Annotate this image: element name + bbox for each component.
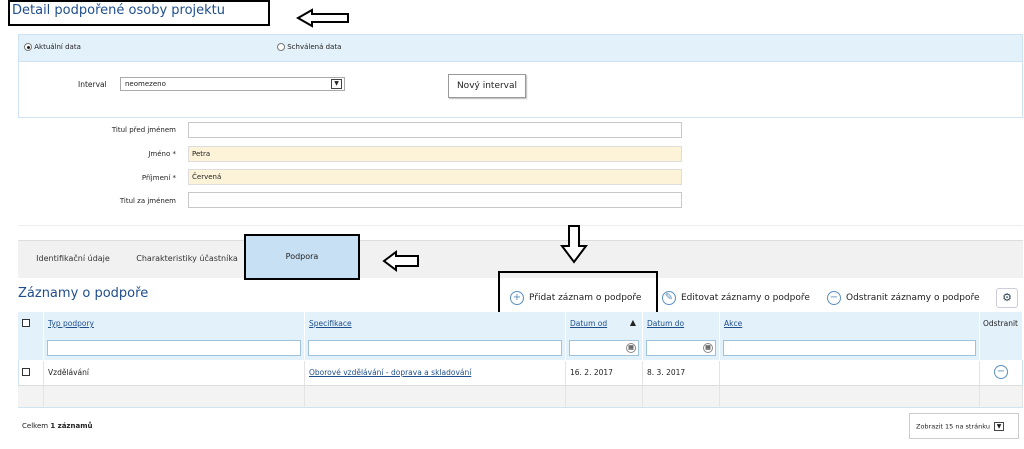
column-date-from-label[interactable]: Datum od bbox=[570, 319, 607, 328]
records-total-value: 1 záznamů bbox=[50, 422, 93, 430]
edit-records-label: Editovat záznamy o podpoře bbox=[681, 293, 810, 303]
empty-row-cell bbox=[566, 385, 643, 407]
column-header-type[interactable]: Typ podpory bbox=[44, 312, 305, 336]
tab-participant-characteristics[interactable]: Charakteristiky účastníka bbox=[128, 240, 246, 278]
row-type: Vzdělávání bbox=[44, 361, 305, 385]
interval-select[interactable]: neomezeno ▼ bbox=[120, 77, 345, 91]
title-before-label: Titul před jménem bbox=[111, 126, 176, 134]
last-name-label: Příjmení * bbox=[141, 174, 176, 182]
empty-row-cell bbox=[44, 385, 305, 407]
row-select-cell bbox=[18, 361, 44, 385]
chevron-down-icon[interactable]: ▼ bbox=[994, 422, 1005, 431]
column-header-spec[interactable]: Specifikace bbox=[305, 312, 566, 336]
last-name-field[interactable]: Červená bbox=[188, 169, 682, 185]
plus-icon: + bbox=[510, 290, 524, 305]
radio-current-data[interactable]: Aktuální data bbox=[24, 43, 81, 51]
sort-asc-icon: ▲ bbox=[629, 318, 636, 327]
empty-row-cell bbox=[643, 385, 720, 407]
remove-records-button[interactable]: − Odstranit záznamy o podpoře bbox=[827, 288, 980, 308]
row-date-to: 8. 3. 2017 bbox=[643, 361, 720, 385]
filter-date-from-cell: ▦ bbox=[566, 336, 643, 360]
empty-row-cell bbox=[720, 385, 980, 407]
filter-action-cell bbox=[720, 336, 980, 360]
edit-records-button[interactable]: ✎ Editovat záznamy o podpoře bbox=[662, 288, 810, 308]
gear-icon[interactable]: ⚙ bbox=[996, 288, 1018, 308]
add-record-label: Přidat záznam o podpoře bbox=[529, 293, 642, 303]
page-size-label: Zobrazit 15 na stránku bbox=[916, 422, 990, 431]
radio-approved-data[interactable]: Schválená data bbox=[277, 43, 341, 51]
column-action-label[interactable]: Akce bbox=[724, 319, 742, 328]
row-remove-icon[interactable]: − bbox=[994, 365, 1008, 379]
calendar-icon[interactable]: ▦ bbox=[626, 343, 636, 353]
row-checkbox[interactable] bbox=[22, 368, 30, 376]
header-select-all[interactable] bbox=[18, 312, 44, 336]
filter-type-input[interactable] bbox=[47, 340, 301, 356]
records-section-title: Záznamy o podpoře bbox=[18, 286, 149, 301]
row-action bbox=[720, 361, 980, 385]
records-total: Celkem 1 záznamů bbox=[22, 422, 92, 430]
annotation-arrow-add bbox=[560, 225, 588, 264]
column-header-date-to[interactable]: Datum do bbox=[643, 312, 720, 336]
filter-spec-cell bbox=[305, 336, 566, 360]
records-total-prefix: Celkem bbox=[22, 422, 49, 430]
column-header-remove: Odstranit bbox=[980, 312, 1023, 336]
empty-row-cell bbox=[305, 385, 566, 407]
page-title: Detail podpořené osoby projektu bbox=[12, 3, 226, 18]
radio-current-icon[interactable] bbox=[24, 43, 32, 51]
filter-date-to-input[interactable]: ▦ bbox=[646, 340, 716, 356]
column-spec-label[interactable]: Specifikace bbox=[309, 319, 352, 328]
empty-row-cell bbox=[18, 385, 44, 407]
filter-action-input[interactable] bbox=[723, 340, 976, 356]
empty-row-cell bbox=[980, 385, 1023, 407]
column-date-to-label[interactable]: Datum do bbox=[647, 319, 684, 328]
filter-cell-empty bbox=[18, 336, 44, 360]
first-name-label: Jméno * bbox=[148, 150, 176, 158]
column-type-label[interactable]: Typ podpory bbox=[48, 319, 94, 328]
filter-remove-cell bbox=[980, 336, 1023, 360]
row-date-from: 16. 2. 2017 bbox=[566, 361, 643, 385]
column-header-date-from[interactable]: Datum od ▲ bbox=[566, 312, 643, 336]
annotation-arrow-title bbox=[296, 8, 349, 28]
title-before-field[interactable] bbox=[188, 122, 682, 138]
interval-label: Interval bbox=[78, 80, 107, 89]
new-interval-button[interactable]: Nový interval bbox=[448, 74, 526, 98]
add-record-button[interactable]: + Přidat záznam o podpoře bbox=[510, 288, 641, 308]
filter-date-from-input[interactable]: ▦ bbox=[569, 340, 639, 356]
tab-identification[interactable]: Identifikační údaje bbox=[18, 240, 128, 278]
remove-records-label: Odstranit záznamy o podpoře bbox=[846, 293, 980, 303]
radio-approved-label: Schválená data bbox=[287, 43, 342, 51]
radio-approved-icon[interactable] bbox=[277, 43, 285, 51]
first-name-field[interactable]: Petra bbox=[188, 146, 682, 162]
divider bbox=[18, 225, 1023, 226]
title-after-field[interactable] bbox=[188, 192, 682, 208]
annotation-arrow-tab bbox=[382, 250, 419, 272]
interval-select-value: neomezeno bbox=[125, 80, 166, 88]
title-after-label: Titul za jménem bbox=[119, 197, 176, 205]
calendar-icon[interactable]: ▦ bbox=[703, 343, 713, 353]
row-spec-cell: Oborové vzdělávání - doprava a skladován… bbox=[305, 361, 566, 385]
column-header-action[interactable]: Akce bbox=[720, 312, 980, 336]
filter-date-to-cell: ▦ bbox=[643, 336, 720, 360]
filter-spec-input[interactable] bbox=[308, 340, 562, 356]
pencil-icon: ✎ bbox=[662, 290, 676, 305]
page-size-select[interactable]: Zobrazit 15 na stránku ▼ bbox=[909, 413, 1019, 439]
select-all-checkbox[interactable] bbox=[22, 319, 30, 327]
filter-type-cell bbox=[44, 336, 305, 360]
radio-current-label: Aktuální data bbox=[34, 43, 81, 51]
chevron-down-icon[interactable]: ▼ bbox=[331, 79, 342, 89]
data-mode-bar bbox=[18, 34, 1023, 62]
tab-support[interactable]: Podpora bbox=[244, 234, 360, 280]
row-spec-link[interactable]: Oborové vzdělávání - doprava a skladován… bbox=[309, 368, 471, 377]
minus-icon: − bbox=[827, 290, 841, 305]
